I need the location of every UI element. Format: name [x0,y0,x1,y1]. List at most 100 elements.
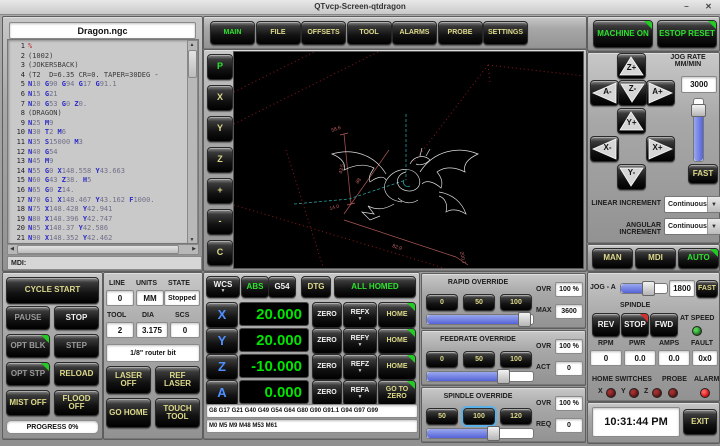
clear-plot-button[interactable]: C [207,240,233,266]
gcode-line[interactable]: 7N20 G53 G0 Z0. [9,100,188,110]
dtg-button[interactable]: DTG [301,276,331,298]
laser-button[interactable]: LASER OFF [106,366,151,394]
gcode-line[interactable]: 1% [9,42,188,52]
tab-offsets[interactable]: OFFSETS [301,21,346,45]
view-x-button[interactable]: X [207,85,233,111]
g5x-button[interactable]: G54 [268,276,296,298]
axis-a-button[interactable]: A [206,380,238,406]
zero-a-button[interactable]: ZERO [312,380,342,406]
jog-a-fast-button[interactable]: FAST [696,280,718,298]
go-to-zero-button[interactable]: GO TO ZERO [378,380,416,406]
gcode-line[interactable]: 15N60 G43 Z38. H5 [9,176,188,186]
cycle-start-button[interactable]: CYCLE START [6,277,99,304]
override-slider[interactable] [426,371,534,382]
gcode-line[interactable]: 5N10 G90 G94 G17 G91.1 [9,80,188,90]
tab-file[interactable]: FILE [256,21,301,45]
gremlin-preview[interactable]: 58.6 43.5 14.0 88 82.9 200.7 [233,51,584,269]
gcode-line[interactable]: 20N85 X148.37 Y42.586 [9,224,188,234]
gcode-line[interactable]: 9N25 M9 [9,119,188,129]
jog-A-minusplus-button[interactable]: A+ [646,80,675,106]
mode-man-button[interactable]: MAN [592,248,633,269]
gcode-line[interactable]: 10N30 T2 M6 [9,128,188,138]
home-z-button[interactable]: HOME [378,354,416,380]
axis-z-button[interactable]: Z [206,354,238,380]
machine-on-button[interactable]: MACHINE ON [593,20,653,48]
gcode-line[interactable]: 21N90 X148.352 Y42.462 [9,234,188,244]
optional-block-button[interactable]: OPT BLK [6,334,50,358]
override-100-button[interactable]: 100 [500,351,532,368]
override-0-button[interactable]: 0 [426,294,458,311]
jog-Y-minus-button[interactable]: Y- [617,164,646,190]
mode-auto-button[interactable]: AUTO [678,248,719,269]
close-button[interactable]: ✕ [703,2,714,12]
tab-main[interactable]: MAIN [210,21,255,45]
override-120-button[interactable]: 120 [500,408,532,425]
gcode-line[interactable]: 2(1002) [9,52,188,62]
jog-rate-slider[interactable] [693,98,704,162]
abs-button[interactable]: ABS [241,276,269,298]
step-button[interactable]: STEP [54,334,99,358]
spindle-fwd-button[interactable]: FWD [650,313,678,337]
jog-fast-button[interactable]: FAST [688,164,718,184]
wcs-button[interactable]: WCS▼ [206,276,240,298]
override-50-button[interactable]: 50 [463,294,495,311]
override-50-button[interactable]: 50 [463,351,495,368]
flood-button[interactable]: FLOOD OFF [54,390,99,416]
view-y-button[interactable]: Y [207,116,233,142]
gcode-line[interactable]: 3(JOKERSBACK) [9,61,188,71]
angular-increment-combo[interactable]: Continuous▼ [664,218,720,235]
ref-y-button[interactable]: REFY▼ [343,328,377,354]
override-0-button[interactable]: 0 [426,351,458,368]
zero-x-button[interactable]: ZERO [312,302,342,328]
jog-rate-entry[interactable]: 3000 [681,76,717,93]
gcode-line[interactable]: 8(DRAGON) [9,109,188,119]
exit-button[interactable]: EXIT [683,409,717,435]
minimize-button[interactable]: – [681,2,692,12]
ref-a-button[interactable]: REFA▼ [343,380,377,406]
jog-Z-minus-button[interactable]: Z- [618,80,647,106]
optional-stop-button[interactable]: OPT STP [6,362,50,386]
spindle-rev-button[interactable]: REV [592,313,620,337]
override-100-button[interactable]: 100 [500,294,532,311]
jog-Y-minusplus-button[interactable]: Y+ [617,108,646,134]
zero-z-button[interactable]: ZERO [312,354,342,380]
jog-X-minus-button[interactable]: X- [590,136,619,162]
jog-X-minusplus-button[interactable]: X+ [646,136,675,162]
mdi-entry[interactable]: MDI: [7,256,202,270]
home-y-button[interactable]: HOME [378,328,416,354]
axis-x-button[interactable]: X [206,302,238,328]
go-home-button[interactable]: GO HOME [106,398,151,428]
override-50-button[interactable]: 50 [426,408,458,425]
tab-probe[interactable]: PROBE [438,21,483,45]
gcode-line[interactable]: 18N75 X148.428 Y42.941 [9,205,188,215]
gcode-hscrollbar[interactable]: ◀ ▶ [7,244,199,255]
touch-tool-button[interactable]: TOUCH TOOL [155,398,200,428]
pause-button[interactable]: PAUSE [6,306,50,330]
tab-alarms[interactable]: ALARMS [392,21,437,45]
gcode-vscrollbar[interactable]: ▲ ▼ [187,40,198,244]
view-perspective-button[interactable]: P [207,54,233,80]
jog-A-minus-button[interactable]: A- [590,80,619,106]
stop-button[interactable]: STOP [54,306,99,330]
gcode-editor[interactable]: 1%2(1002)3(JOKERSBACK)4(T2 D=6.35 CR=0. … [7,39,199,244]
ref-x-button[interactable]: REFX▼ [343,302,377,328]
gcode-line[interactable]: 19N80 X148.396 Y42.747 [9,215,188,225]
gcode-line[interactable]: 13N45 M9 [9,157,188,167]
ref-laser-button[interactable]: REF LASER [155,366,200,394]
gcode-line[interactable]: 14N55 G0 X148.558 Y43.663 [9,167,188,177]
jog-a-entry[interactable]: 1800 [669,280,695,297]
zoom-out-button[interactable]: - [207,209,233,235]
spindle-stop-button[interactable]: STOP [621,313,649,337]
linear-increment-combo[interactable]: Continuous▼ [664,196,720,213]
gcode-line[interactable]: 17N70 G1 X148.467 Y43.162 F1000. [9,196,188,206]
reload-button[interactable]: RELOAD [54,362,99,386]
axis-y-button[interactable]: Y [206,328,238,354]
tab-settings[interactable]: SETTINGS [483,21,528,45]
zero-y-button[interactable]: ZERO [312,328,342,354]
mode-mdi-button[interactable]: MDI [635,248,676,269]
gcode-line[interactable]: 4(T2 D=6.35 CR=0. TAPER=30DEG - [9,71,188,81]
gcode-line[interactable]: 11N35 S15000 M3 [9,138,188,148]
gcode-line[interactable]: 12N40 G54 [9,148,188,158]
override-slider[interactable] [426,314,534,325]
override-100-button[interactable]: 100 [463,408,495,425]
